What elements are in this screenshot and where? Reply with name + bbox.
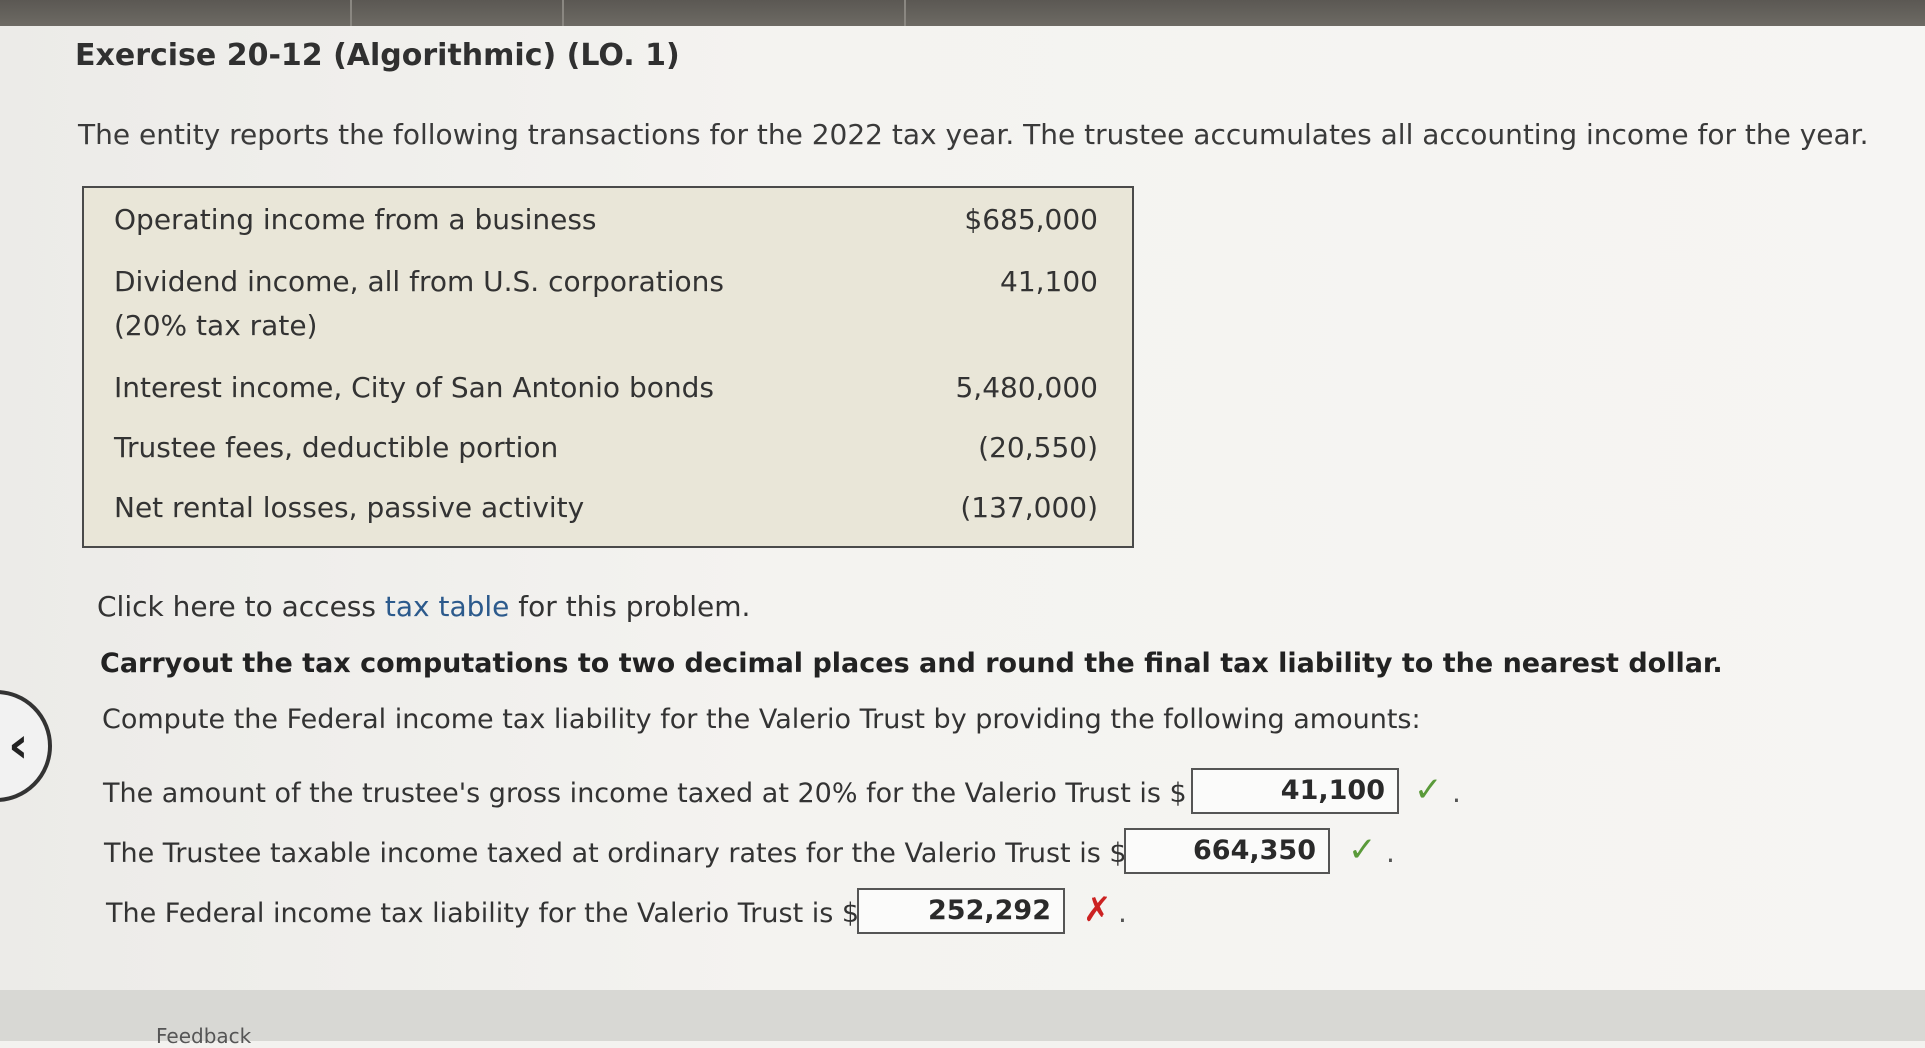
incorrect-x-icon: ✗ [1083, 890, 1112, 930]
row-label: Interest income, City of San Antonio bon… [114, 371, 714, 404]
row-label-continued: (20% tax rate) [114, 309, 318, 342]
row-value: $685,000 [964, 203, 1098, 236]
gross-income-20pct-input[interactable]: 41,100 [1191, 768, 1399, 814]
row-label: Trustee fees, deductible portion [114, 431, 559, 464]
footer-bar [0, 990, 1925, 1041]
top-bar-segment [0, 0, 352, 26]
row-label: Dividend income, all from U.S. corporati… [114, 265, 724, 298]
row-value: 41,100 [1000, 265, 1098, 298]
chevron-left-icon: ‹ [8, 716, 29, 774]
correct-check-icon: ✓ [1414, 770, 1443, 810]
row-value: (20,550) [978, 431, 1098, 464]
link-suffix: for this problem. [509, 590, 751, 623]
answer-prompt-gross-income: The amount of the trustee's gross income… [103, 778, 1187, 809]
exercise-intro: The entity reports the following transac… [78, 118, 1869, 151]
feedback-label[interactable]: Feedback [156, 1024, 251, 1048]
row-value: (137,000) [960, 491, 1098, 524]
tax-table-link-line: Click here to access tax table for this … [97, 590, 750, 623]
transactions-table: Operating income from a business $685,00… [82, 186, 1134, 548]
ordinary-taxable-income-input[interactable]: 664,350 [1124, 828, 1330, 874]
rounding-instruction: Carryout the tax computations to two dec… [100, 648, 1723, 679]
link-prefix: Click here to access [97, 590, 385, 623]
answer-prompt-tax-liability: The Federal income tax liability for the… [106, 898, 860, 929]
correct-check-icon: ✓ [1348, 830, 1377, 870]
compute-instruction: Compute the Federal income tax liability… [102, 704, 1421, 735]
federal-tax-liability-input[interactable]: 252,292 [857, 888, 1065, 934]
browser-top-bar [0, 0, 1925, 26]
top-bar-segment [564, 0, 906, 26]
row-label: Operating income from a business [114, 203, 597, 236]
top-bar-segment [352, 0, 564, 26]
row-label: Net rental losses, passive activity [114, 491, 585, 524]
tax-table-link[interactable]: tax table [385, 590, 510, 623]
answer-prompt-ordinary-income: The Trustee taxable income taxed at ordi… [104, 838, 1127, 869]
exercise-title: Exercise 20-12 (Algorithmic) (LO. 1) [75, 38, 680, 73]
row-value: 5,480,000 [955, 371, 1098, 404]
period: . [1118, 896, 1127, 929]
period: . [1452, 776, 1461, 809]
period: . [1386, 836, 1395, 869]
